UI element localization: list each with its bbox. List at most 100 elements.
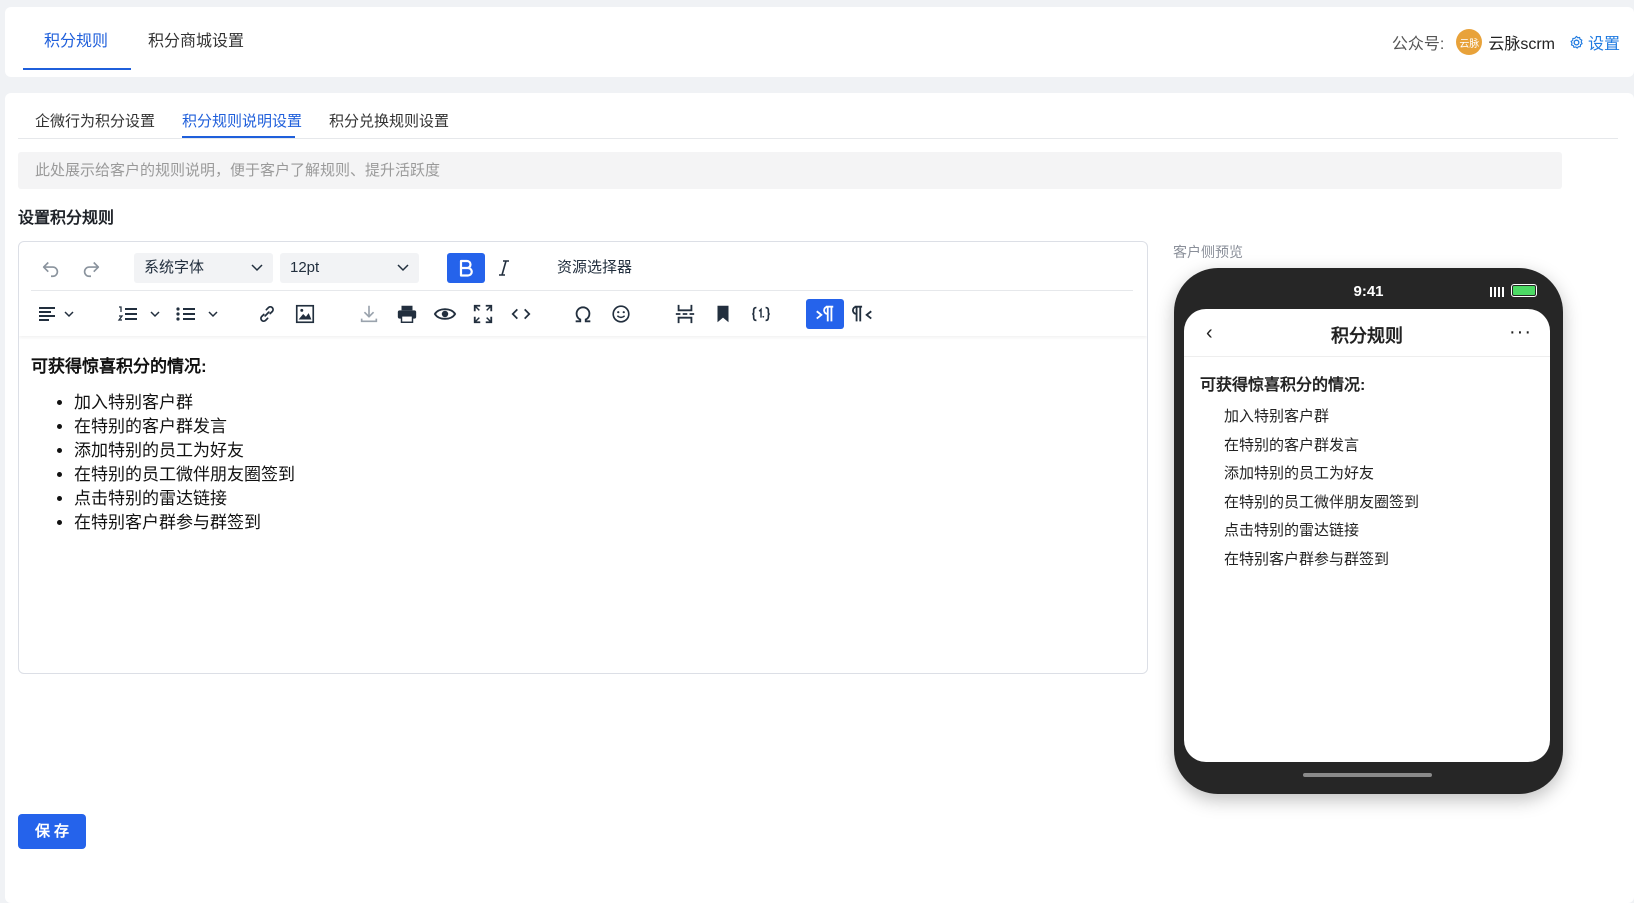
image-button[interactable]	[289, 299, 321, 329]
save-button[interactable]: 保存	[18, 814, 86, 849]
active-tab-indicator	[23, 68, 131, 70]
font-size-value: 12pt	[290, 259, 320, 276]
print-button[interactable]	[391, 299, 423, 329]
tab-rule-description[interactable]: 积分规则说明设置	[182, 110, 302, 131]
list-item: 在特别的客户群发言	[74, 415, 1131, 439]
bookmark-icon	[717, 305, 729, 323]
settings-label: 设置	[1587, 36, 1620, 53]
redo-icon	[83, 261, 100, 278]
rtl-paragraph-icon	[852, 305, 872, 322]
subtab-bar: 企微行为积分设置 积分规则说明设置 积分兑换规则设置	[18, 93, 1618, 139]
redo-button[interactable]	[75, 253, 107, 283]
fullscreen-icon	[473, 304, 493, 324]
tab-redeem-rules[interactable]: 积分兑换规则设置	[329, 110, 449, 131]
main-card: 企微行为积分设置 积分规则说明设置 积分兑换规则设置 此处展示给客户的规则说明，…	[5, 93, 1634, 903]
content-list: 加入特别客户群 在特别的客户群发言 添加特别的员工为好友 在特别的员工微伴朋友圈…	[31, 391, 1131, 535]
link-button[interactable]	[251, 299, 283, 329]
image-icon	[295, 304, 315, 324]
font-family-value: 系统字体	[144, 259, 205, 276]
omega-icon	[575, 306, 591, 323]
section-title: 设置积分规则	[18, 210, 115, 227]
phone-content: 可获得惊喜积分的情况: 加入特别客户群 在特别的客户群发言 添加特别的员工为好友…	[1200, 371, 1540, 575]
chevron-down-icon	[397, 264, 409, 272]
emoji-icon	[612, 305, 630, 323]
rich-text-editor: 系统字体 12pt 资源选择器 可获得惊喜积分的情况: • 加入特别客户群 • …	[18, 241, 1148, 674]
list-item: 在特别的员工微伴朋友圈签到	[1224, 493, 1420, 511]
bookmark-button[interactable]	[707, 299, 739, 329]
ltr-direction-button[interactable]	[806, 299, 844, 329]
phone-preview: 9:41 ‹ 积分规则 ··· 可获得惊喜积分的情况: 加入特别客户群 在特别的…	[1174, 268, 1563, 794]
list-item: 在特别客户群参与群签到	[74, 511, 1131, 535]
download-button[interactable]	[353, 299, 385, 329]
tab-points-rules[interactable]: 积分规则	[44, 7, 108, 77]
home-indicator	[1303, 773, 1432, 777]
italic-button[interactable]	[488, 253, 520, 283]
notice-bar: 此处展示给客户的规则说明，便于客户了解规则、提升活跃度	[18, 152, 1562, 189]
download-icon	[360, 305, 378, 323]
variable-braces-icon	[752, 306, 770, 322]
phone-content-list: 加入特别客户群 在特别的客户群发言 添加特别的员工为好友 在特别的员工微伴朋友圈…	[1200, 403, 1540, 575]
template-variable-button[interactable]	[745, 299, 777, 329]
bullet-list-button[interactable]	[173, 299, 223, 329]
font-size-select[interactable]: 12pt	[280, 253, 419, 283]
align-left-icon	[39, 307, 74, 321]
list-item: 在特别客户群参与群签到	[1224, 550, 1390, 568]
toolbar-row-2	[19, 291, 1147, 336]
editor-content[interactable]: 可获得惊喜积分的情况: 加入特别客户群 在特别的客户群发言 添加特别的员工为好友…	[31, 352, 1131, 535]
ordered-list-icon	[117, 306, 160, 321]
undo-icon	[42, 261, 59, 278]
source-code-button[interactable]	[505, 299, 537, 329]
list-item: 点击特别的雷达链接	[74, 487, 1131, 511]
special-char-button[interactable]	[567, 299, 599, 329]
font-family-select[interactable]: 系统字体	[134, 253, 273, 283]
battery-icon	[1511, 284, 1537, 297]
tab-points-mall-settings[interactable]: 积分商城设置	[148, 7, 244, 77]
gear-icon	[1570, 35, 1583, 49]
list-item: 在特别的员工微伴朋友圈签到	[74, 463, 1131, 487]
list-item: 添加特别的员工为好友	[1224, 465, 1375, 483]
page-break-button[interactable]	[669, 299, 701, 329]
list-item: 添加特别的员工为好友	[74, 439, 1131, 463]
italic-icon	[499, 260, 509, 276]
resource-selector-button[interactable]: 资源选择器	[557, 253, 632, 283]
signal-icon	[1490, 287, 1504, 297]
chevron-down-icon	[251, 264, 263, 272]
account-label: 公众号:	[1391, 36, 1445, 53]
undo-button[interactable]	[35, 253, 67, 283]
phone-screen: ‹ 积分规则 ··· 可获得惊喜积分的情况: 加入特别客户群 在特别的客户群发言…	[1184, 309, 1550, 762]
link-icon	[260, 306, 274, 322]
status-time: 9:41	[1353, 283, 1384, 300]
account-name: 云脉scrm	[1488, 36, 1555, 53]
preview-label: 客户侧预览	[1173, 244, 1243, 260]
emoji-button[interactable]	[605, 299, 637, 329]
more-icon[interactable]: ···	[1509, 321, 1532, 344]
settings-link[interactable]: 设置	[1569, 30, 1620, 54]
bold-button[interactable]	[447, 253, 485, 283]
active-subtab-indicator	[182, 136, 295, 138]
list-item: 点击特别的雷达链接	[1224, 522, 1360, 540]
list-item: 加入特别客户群	[1224, 408, 1330, 425]
toolbar-row-1: 系统字体 12pt 资源选择器	[19, 242, 1147, 290]
code-icon	[511, 308, 531, 320]
avatar: 云脉	[1456, 29, 1483, 55]
tab-wecom-behavior-points[interactable]: 企微行为积分设置	[35, 110, 155, 131]
list-item: 在特别的客户群发言	[1224, 436, 1360, 454]
top-header: 积分规则 积分商城设置 公众号: 云脉 云脉scrm 设置	[5, 7, 1634, 77]
phone-page-title: 积分规则	[1331, 326, 1403, 346]
phone-nav-bar: ‹ 积分规则 ···	[1184, 309, 1550, 357]
rtl-direction-button[interactable]	[847, 299, 879, 329]
page-break-icon	[675, 304, 695, 324]
ltr-paragraph-icon	[816, 305, 834, 322]
print-icon	[397, 305, 417, 323]
align-button[interactable]	[35, 299, 79, 329]
ordered-list-button[interactable]	[115, 299, 165, 329]
bold-icon	[459, 259, 473, 277]
preview-button[interactable]	[429, 299, 461, 329]
account-info: 公众号: 云脉 云脉scrm 设置	[1392, 7, 1620, 77]
list-item: 加入特别客户群	[74, 391, 1131, 415]
phone-content-heading: 可获得惊喜积分的情况:	[1200, 377, 1366, 394]
bullet-list-icon	[176, 307, 218, 321]
content-heading: 可获得惊喜积分的情况:	[31, 357, 207, 376]
fullscreen-button[interactable]	[467, 299, 499, 329]
eye-icon	[433, 308, 457, 320]
